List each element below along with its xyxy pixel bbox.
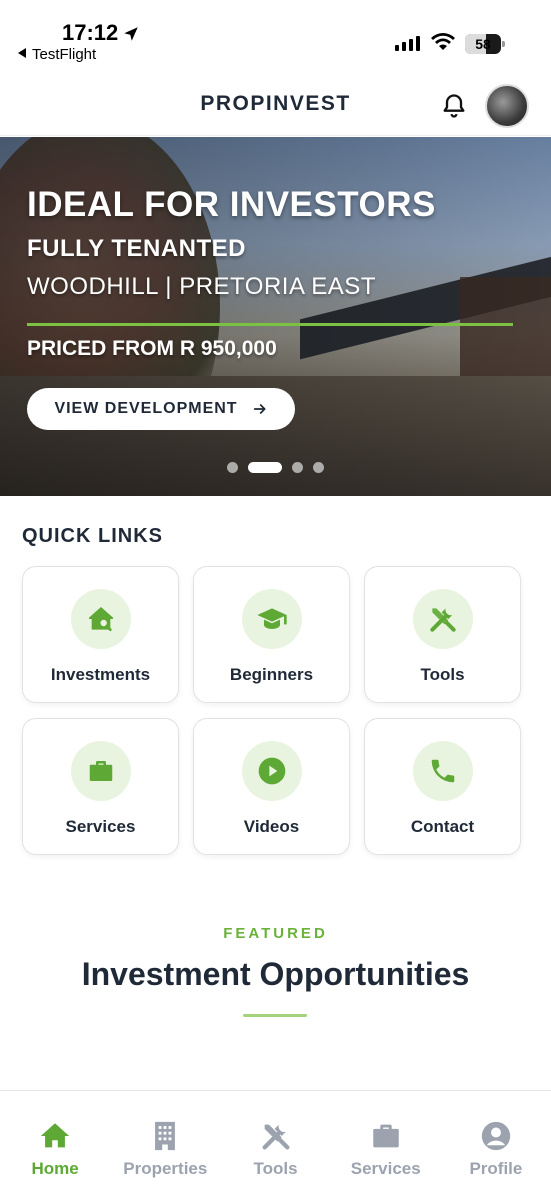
quick-link-services[interactable]: Services (22, 718, 179, 855)
briefcase-icon (372, 1124, 399, 1148)
arrow-right-icon (253, 404, 266, 414)
hero-title: IDEAL FOR INVESTORS (27, 185, 436, 224)
quick-link-label: Videos (243, 817, 300, 836)
tools-icon (262, 1124, 289, 1150)
back-label: TestFlight (32, 46, 97, 63)
quick-link-beginners[interactable]: Beginners (193, 566, 350, 703)
hero-subtitle: FULLY TENANTED (27, 235, 247, 262)
quick-link-investments[interactable]: Investments (22, 566, 179, 703)
nav-profile[interactable]: Profile (441, 1091, 551, 1200)
hero-location: WOODHILL | PRETORIA EAST (27, 273, 376, 300)
nav-label: Properties (123, 1159, 208, 1178)
carousel-dot[interactable] (292, 462, 303, 473)
app-title: PROPINVEST (200, 92, 351, 115)
nav-label: Profile (469, 1159, 523, 1178)
nav-properties[interactable]: Properties (110, 1091, 220, 1200)
app-header: PROPINVEST (0, 74, 551, 136)
carousel-dots (0, 462, 551, 473)
quick-link-label: Investments (50, 665, 151, 684)
hero-divider (27, 323, 513, 326)
hero-banner[interactable]: IDEAL FOR INVESTORS FULLY TENANTED WOODH… (0, 137, 551, 496)
featured-divider (243, 1014, 307, 1017)
location-arrow-icon (124, 27, 138, 41)
status-time: 17:12 (62, 20, 119, 45)
user-circle-icon (481, 1121, 511, 1151)
nav-tools[interactable]: Tools (220, 1091, 330, 1200)
quick-link-tools[interactable]: Tools (364, 566, 521, 703)
battery-icon: 58 (465, 34, 505, 54)
battery-level: 58 (475, 36, 491, 52)
briefcase-icon (70, 741, 131, 801)
quick-links-grid: Investments Beginners Tools Services Vid… (22, 566, 521, 855)
nav-label: Services (350, 1159, 421, 1178)
building-icon (155, 1121, 176, 1151)
featured-kicker: FEATURED (223, 925, 328, 942)
view-development-button[interactable]: VIEW DEVELOPMENT (27, 388, 295, 430)
quick-link-label: Tools (420, 665, 465, 684)
carousel-dot[interactable] (227, 462, 238, 473)
tools-icon (412, 589, 473, 649)
play-icon (241, 741, 302, 801)
notification-bell-icon[interactable] (440, 92, 468, 120)
house-search-icon (70, 589, 131, 649)
wifi-icon (431, 33, 455, 50)
back-triangle-icon (18, 48, 26, 58)
quick-link-label: Beginners (229, 665, 314, 684)
avatar[interactable] (485, 84, 529, 128)
nav-label: Tools (253, 1159, 298, 1178)
carousel-dot[interactable] (248, 462, 282, 473)
carousel-dot[interactable] (313, 462, 324, 473)
cellular-signal-icon (395, 36, 420, 51)
nav-home[interactable]: Home (0, 1091, 110, 1200)
quick-link-videos[interactable]: Videos (193, 718, 350, 855)
home-icon (40, 1123, 70, 1148)
quick-link-label: Services (65, 817, 136, 836)
quick-link-label: Contact (410, 817, 475, 836)
bottom-nav: Home Properties Tools Services Profile (0, 1090, 551, 1200)
phone-icon (412, 741, 473, 801)
back-to-testflight[interactable]: TestFlight (18, 46, 96, 63)
nav-services[interactable]: Services (331, 1091, 441, 1200)
view-development-label: VIEW DEVELOPMENT (54, 400, 238, 417)
quick-link-contact[interactable]: Contact (364, 718, 521, 855)
quick-links-title: QUICK LINKS (22, 525, 163, 547)
hero-price: PRICED FROM R 950,000 (27, 337, 277, 360)
status-bar: 17:12 TestFlight 58 (0, 0, 551, 74)
featured-title: Investment Opportunities (81, 956, 470, 992)
graduation-cap-icon (241, 589, 302, 649)
nav-label: Home (31, 1159, 79, 1178)
